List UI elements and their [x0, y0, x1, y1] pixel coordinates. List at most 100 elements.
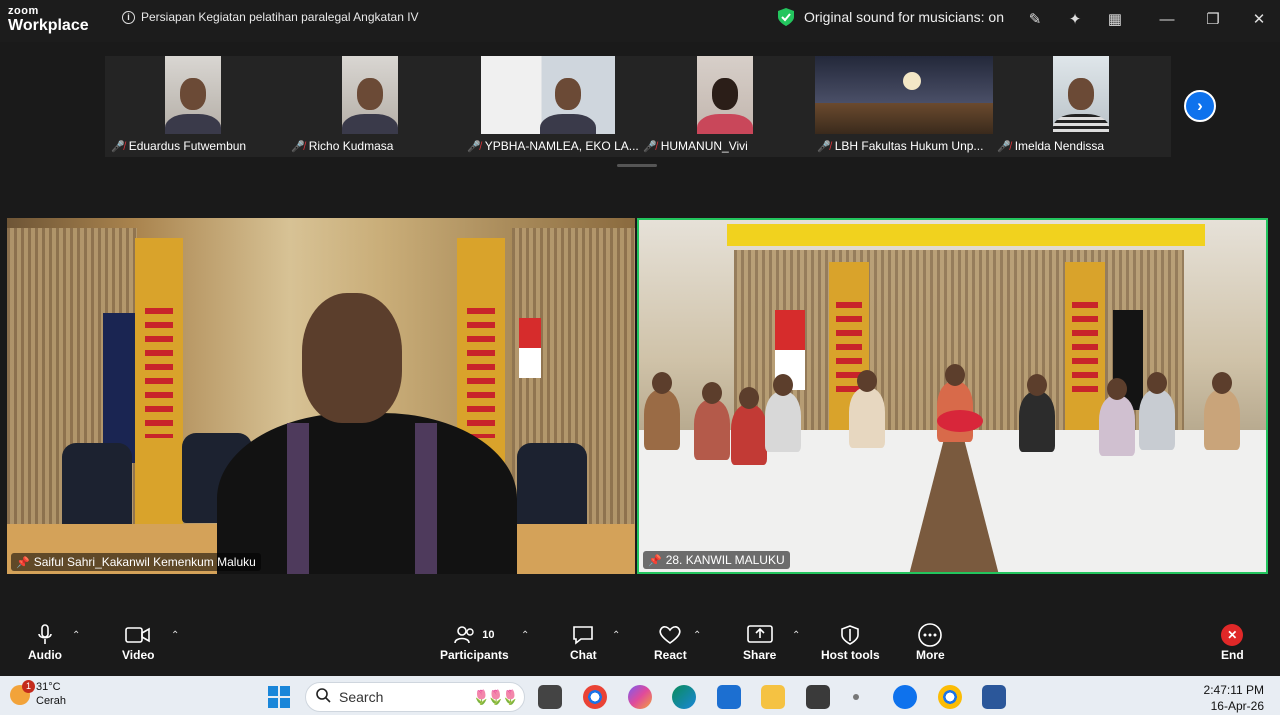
video-button[interactable]: Video [122, 622, 154, 662]
host-tools-button[interactable]: Host tools [821, 622, 880, 662]
task-view-icon[interactable] [538, 685, 562, 709]
participant-thumb[interactable]: 🎤̸ HUMANUN_Vivi [639, 56, 813, 157]
weather-sun-icon: 1 [10, 679, 35, 705]
mic-muted-icon: 🎤̸ [643, 140, 657, 153]
chair-shape [62, 443, 132, 533]
view-grid-icon[interactable]: ▦ [1104, 8, 1126, 30]
minimize-icon[interactable]: — [1156, 8, 1178, 30]
video-options-caret[interactable]: ⌃ [171, 630, 179, 641]
participant-name-tag: 🎤̸ Eduardus Futwembun [111, 139, 246, 153]
copilot-icon[interactable] [628, 685, 652, 709]
meeting-title: Persiapan Kegiatan pelatihan paralegal A… [141, 10, 419, 24]
participant-video [815, 56, 993, 134]
attendee [731, 387, 767, 465]
flower-arrangement [937, 410, 983, 432]
search-placeholder: Search [339, 689, 384, 705]
store-icon[interactable] [717, 685, 741, 709]
chat-bubble-icon [572, 622, 594, 648]
participants-icon: 10 [454, 622, 494, 648]
close-icon[interactable]: ✕ [1248, 8, 1270, 30]
pencil-icon[interactable]: ✎ [1024, 8, 1046, 30]
clock-time: 2:47:11 PM [1203, 683, 1264, 697]
more-button[interactable]: More [916, 622, 945, 662]
wall-banner [1065, 262, 1105, 432]
chat-button[interactable]: Chat [570, 622, 597, 662]
dark-flag-shape [103, 313, 135, 463]
weather-widget[interactable]: 1 31°C Cerah [10, 679, 66, 709]
file-explorer-icon[interactable] [761, 685, 785, 709]
audio-button[interactable]: Audio [28, 622, 62, 662]
zoom-logo: zoom Workplace [8, 6, 89, 34]
original-sound-indicator[interactable]: Original sound for musicians: on [778, 8, 1004, 26]
strip-resize-handle[interactable] [617, 164, 657, 167]
end-meeting-button[interactable]: ✕ End [1221, 622, 1244, 662]
next-page-button[interactable]: › [1184, 90, 1216, 122]
audio-label: Audio [28, 648, 62, 662]
participant-strip: 🎤̸ Eduardus Futwembun 🎤̸ Richo Kudmasa 🎤̸ Y… [105, 56, 1171, 157]
word-icon[interactable] [982, 685, 1006, 709]
original-sound-label: Original sound for musicians: on [804, 9, 1004, 25]
share-button[interactable]: Share [743, 622, 776, 662]
windows-start-icon[interactable] [268, 686, 290, 708]
share-label: Share [743, 648, 777, 662]
pin-icon: 📌 [648, 554, 662, 567]
audio-options-caret[interactable]: ⌃ [72, 630, 80, 641]
weather-temp: 31°C [36, 681, 61, 693]
video-tile-active[interactable]: 📌 28. KANWIL MALUKU [637, 218, 1268, 574]
moon-shape [903, 72, 921, 90]
participant-name: Eduardus Futwembun [128, 139, 247, 153]
attendee [849, 370, 885, 448]
notification-badge: 1 [22, 679, 35, 693]
taskbar-search[interactable]: Search 🌷🌷🌷 [305, 682, 525, 712]
heart-icon [658, 622, 682, 648]
participant-thumb[interactable]: 🎤̸ Imelda Nendissa [993, 56, 1171, 157]
react-options-caret[interactable]: ⌃ [693, 630, 701, 641]
react-button[interactable]: React [654, 622, 687, 662]
participant-name: LBH Fakultas Hukum Unp... [834, 139, 984, 153]
participant-name-tag: 🎤̸ HUMANUN_Vivi [643, 139, 748, 153]
participant-name: Richo Kudmasa [308, 139, 394, 153]
tile-name-tag: 📌 Saiful Sahri_Kakanwil Kemenkum Maluku [11, 553, 261, 571]
tulips-icon: 🌷🌷🌷 [472, 688, 519, 705]
tile-name: 28. KANWIL MALUKU [665, 553, 785, 567]
mic-muted-icon: 🎤̸ [111, 140, 125, 153]
edge-icon[interactable] [672, 685, 696, 709]
participant-video [481, 56, 615, 134]
meeting-info[interactable]: i Persiapan Kegiatan pelatihan paralegal… [122, 10, 419, 24]
chat-options-caret[interactable]: ⌃ [612, 630, 620, 641]
participant-thumb[interactable]: 🎤̸ LBH Fakultas Hukum Unp... [813, 56, 993, 157]
attendee [1099, 378, 1135, 456]
mic-muted-icon: 🎤̸ [467, 140, 481, 153]
participants-button[interactable]: 10 Participants [440, 622, 509, 662]
share-screen-icon [746, 622, 773, 648]
app-a-icon[interactable] [806, 685, 830, 709]
participant-video [697, 56, 753, 134]
participant-thumb[interactable]: 🎤̸ YPBHA-NAMLEA, EKO LA... [463, 56, 639, 157]
separator-dot [853, 694, 859, 700]
mic-muted-icon: 🎤̸ [291, 140, 305, 153]
participant-thumb[interactable]: 🎤̸ Richo Kudmasa [285, 56, 463, 157]
participant-video [1053, 56, 1109, 134]
participants-count: 10 [482, 629, 495, 641]
info-icon[interactable]: i [122, 10, 135, 24]
attendee [1019, 374, 1055, 452]
chrome-profile-icon[interactable] [938, 685, 962, 709]
participant-name-tag: 🎤̸ Richo Kudmasa [291, 139, 393, 153]
windows-taskbar: 1 31°C Cerah Search 🌷🌷🌷 2:47:11 PM 16-Ap… [0, 676, 1280, 715]
end-call-icon: ✕ [1221, 624, 1244, 646]
participants-options-caret[interactable]: ⌃ [521, 630, 529, 641]
video-tile[interactable]: 📌 Saiful Sahri_Kakanwil Kemenkum Maluku [7, 218, 635, 574]
ceiling-light [727, 224, 1205, 246]
system-clock[interactable]: 2:47:11 PM 16-Apr-26 [1204, 682, 1264, 714]
participant-video [165, 56, 221, 134]
participant-name-tag: 🎤̸ Imelda Nendissa [997, 139, 1104, 153]
participant-thumb[interactable]: 🎤̸ Eduardus Futwembun [105, 56, 285, 157]
restore-icon[interactable]: ❐ [1202, 8, 1224, 30]
share-options-caret[interactable]: ⌃ [792, 630, 800, 641]
chrome-icon[interactable] [583, 685, 607, 709]
zoom-app-icon[interactable] [893, 685, 917, 709]
attendee [765, 374, 801, 452]
sparkle-icon[interactable]: ✦ [1064, 8, 1086, 30]
shield-icon [841, 622, 860, 648]
video-camera-icon [125, 622, 151, 648]
